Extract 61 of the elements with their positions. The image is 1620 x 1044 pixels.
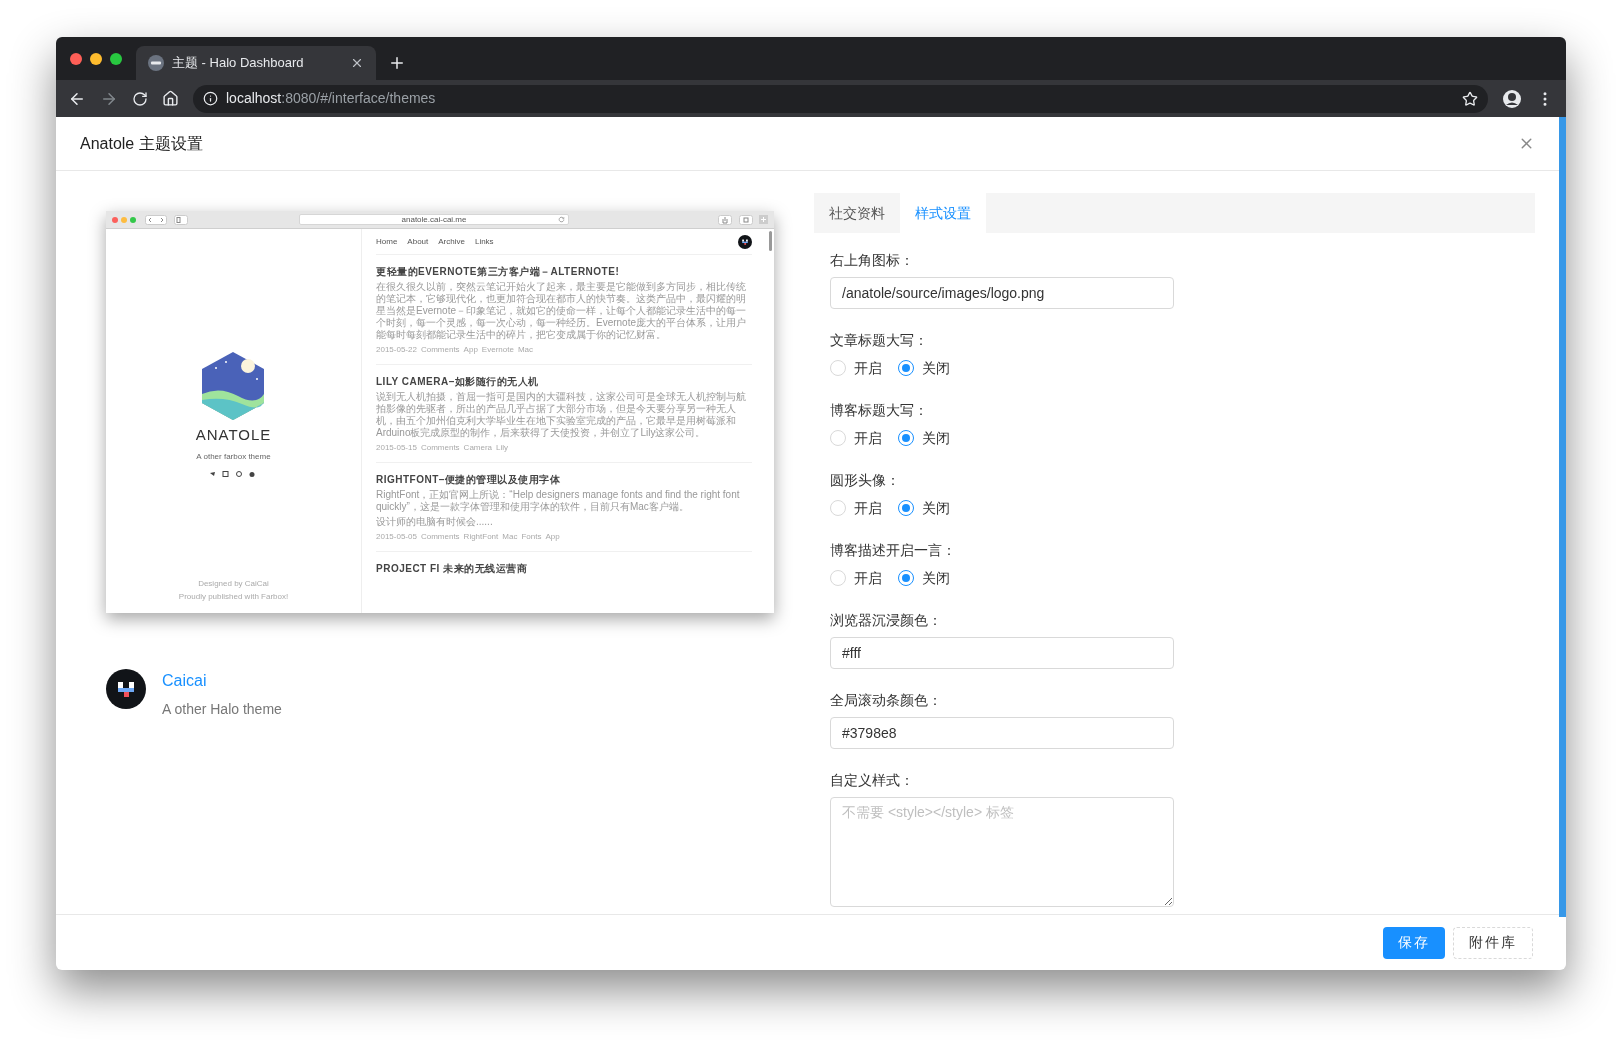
preview-url: anatole.cai-cai.me (401, 215, 467, 224)
field-label: 右上角图标： (830, 251, 915, 270)
library-button[interactable]: 附件库 (1453, 926, 1533, 959)
radio-option[interactable]: 开启 (830, 497, 882, 519)
post-tag: Fonts (521, 531, 542, 543)
custom-style-field[interactable]: 不需要 <style></style> 标签 (830, 797, 1174, 907)
site-tagline: A other farbox theme (196, 450, 271, 463)
post-title: PROJECT FI 未来的无线运营商 (376, 562, 529, 575)
field-label: 博客描述开启一言： (830, 541, 957, 560)
radio-option[interactable]: 开启 (830, 567, 882, 589)
text-field[interactable]: #fff (830, 637, 1174, 669)
text-field[interactable]: #3798e8 (830, 717, 1174, 749)
radio-option[interactable]: 开启 (830, 357, 882, 379)
field-label: 全局滚动条颜色： (830, 691, 943, 710)
radio-label: 开启 (854, 428, 882, 448)
dialog-title: Anatole 主题设置 (80, 133, 203, 154)
post-title: LILY CAMERA–如影随行的无人机 (376, 375, 540, 388)
post-date: 2015-05-05 (376, 531, 417, 543)
radio-option[interactable]: 关闭 (898, 567, 950, 589)
browser-tab[interactable]: 主题 - Halo Dashboard (136, 46, 376, 80)
radio-label: 关闭 (922, 428, 950, 448)
post-comments: Comments (420, 531, 460, 543)
site-footer-text: Proudly published with Farbox! (178, 593, 289, 601)
theme-description: A other Halo theme (162, 700, 282, 719)
radio-option[interactable]: 开启 (830, 427, 882, 449)
field-label: 博客标题大写： (830, 401, 929, 420)
radio-option[interactable]: 关闭 (898, 497, 950, 519)
url-text: localhost:8080/#/interface/themes (226, 89, 436, 108)
settings-tab[interactable]: 社交资料 (814, 193, 900, 233)
post-tag: App (463, 344, 478, 356)
field-label: 浏览器沉浸颜色： (830, 611, 943, 630)
radio-option[interactable]: 关闭 (898, 357, 950, 379)
site-footer-text: Designed by CaiCai (198, 580, 269, 588)
radio-option[interactable]: 关闭 (898, 427, 950, 449)
radio-label: 开启 (854, 358, 882, 378)
post-comments: Comments (420, 344, 460, 356)
post-comments: Comments (420, 442, 460, 454)
field-label: 自定义样式： (830, 771, 915, 790)
text-field[interactable]: /anatole/source/images/logo.png (830, 277, 1174, 309)
address-bar[interactable]: localhost:8080/#/interface/themes (193, 84, 1488, 113)
post-date: 2015-05-22 (376, 344, 417, 356)
post-title: RIGHTFONT–便捷的管理以及使用字体 (376, 473, 562, 486)
post-tag: Mac (517, 344, 533, 356)
field-label: 圆形头像： (830, 471, 901, 490)
field-label: 文章标题大写： (830, 331, 929, 350)
post-tag: Evernote (481, 344, 514, 356)
post-tag: RightFont (463, 531, 499, 543)
radio-label: 关闭 (922, 498, 950, 518)
post-date: 2015-05-15 (376, 442, 417, 454)
site-title: ANATOLE (195, 425, 272, 446)
post-title: 更轻量的EVERNOTE第三方客户端－ALTERNOTE! (376, 265, 621, 278)
radio-label: 开启 (854, 568, 882, 588)
radio-label: 关闭 (922, 568, 950, 588)
tab-title: 主题 - Halo Dashboard (172, 54, 305, 73)
post-excerpt: 设计师的电脑有时候会...... (376, 516, 494, 528)
post-tag: Camera (463, 442, 493, 454)
radio-label: 关闭 (922, 358, 950, 378)
post-tag: Lily (496, 442, 509, 454)
post-tag: App (545, 531, 560, 543)
post-tag: Mac (502, 531, 518, 543)
radio-label: 开启 (854, 498, 882, 518)
